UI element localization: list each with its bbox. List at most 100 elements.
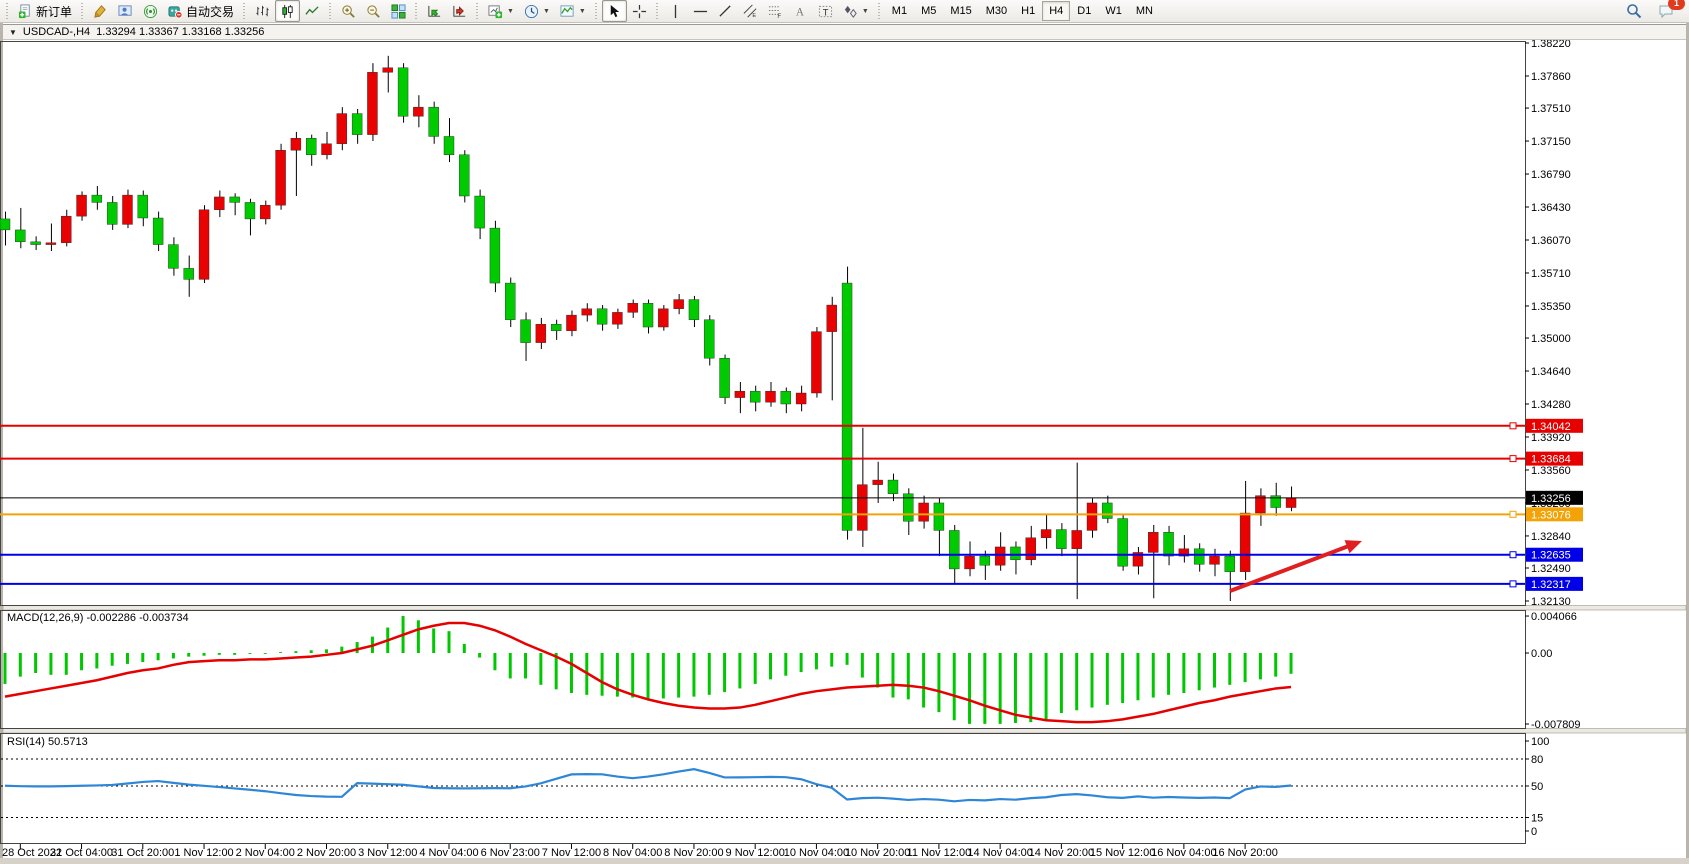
chart-shift-button[interactable] xyxy=(447,0,472,22)
line-chart-icon xyxy=(305,4,320,19)
toolbar-grip xyxy=(80,3,85,19)
paint-icon xyxy=(93,4,108,19)
cursor-icon xyxy=(607,4,622,19)
rsi-axis-label: 15 xyxy=(1531,813,1543,825)
timeframe-h4-button[interactable]: H4 xyxy=(1042,1,1070,21)
rsi-axis-label: 50 xyxy=(1531,781,1543,793)
price-axis-label: 1.35000 xyxy=(1531,333,1571,345)
text-tool-button[interactable]: A xyxy=(788,0,813,22)
date-tick-label: 2 Nov 04:00 xyxy=(236,847,295,859)
search-button[interactable] xyxy=(1621,0,1647,22)
label-tool-button[interactable]: T xyxy=(813,0,838,22)
date-tick-label: 9 Nov 12:00 xyxy=(726,847,785,859)
chart-titlebar[interactable]: ▼ USDCAD-,H4 1.33294 1.33367 1.33168 1.3… xyxy=(3,24,1686,40)
auto-scroll-button[interactable] xyxy=(422,0,447,22)
accounts-button[interactable] xyxy=(113,0,138,22)
search-icon xyxy=(1626,3,1642,19)
dropdown-arrow-icon: ▼ xyxy=(579,8,586,15)
timeframe-m1-button[interactable]: M1 xyxy=(885,1,914,21)
chart-plot-area[interactable] xyxy=(0,41,1525,843)
date-tick-label: 3 Nov 12:00 xyxy=(358,847,417,859)
macd-label: MACD(12,26,9) -0.002286 -0.003734 xyxy=(7,612,189,624)
date-tick-label: 4 Nov 04:00 xyxy=(419,847,478,859)
price-axis-label: 1.37860 xyxy=(1531,71,1571,83)
price-axis-label: 1.34640 xyxy=(1531,366,1571,378)
timeframe-h1-button[interactable]: H1 xyxy=(1014,1,1042,21)
price-axis-label: 1.37150 xyxy=(1531,136,1571,148)
price-axis-label: 1.34280 xyxy=(1531,399,1571,411)
tile-windows-icon xyxy=(391,4,406,19)
bar-chart-icon xyxy=(255,4,270,19)
candlestick-icon xyxy=(280,4,295,19)
new-chart-button[interactable]: ▼ xyxy=(483,0,519,22)
indicators-button[interactable]: ▼ xyxy=(555,0,591,22)
date-tick-label: 11 Nov 12:00 xyxy=(907,847,972,859)
channel-tool-button[interactable]: E xyxy=(738,0,763,22)
crosshair-tool-button[interactable] xyxy=(627,0,652,22)
date-tick-label: 16 Nov 04:00 xyxy=(1151,847,1216,859)
user-icon xyxy=(118,4,133,19)
chat-button[interactable]: 1 xyxy=(1653,0,1679,22)
styler-button[interactable] xyxy=(88,0,113,22)
candlestick-mode-button[interactable] xyxy=(275,0,300,22)
crosshair-icon xyxy=(632,4,647,19)
date-tick-label: 15 Nov 12:00 xyxy=(1090,847,1155,859)
timeframe-m15-button[interactable]: M15 xyxy=(943,1,978,21)
vertical-line-tool-button[interactable] xyxy=(663,0,688,22)
macd-axis-label: -0.007809 xyxy=(1531,719,1581,731)
timeframe-m30-button[interactable]: M30 xyxy=(979,1,1014,21)
date-tick-label: 7 Nov 12:00 xyxy=(542,847,601,859)
auto-trading-button[interactable]: 自动交易 xyxy=(163,0,239,22)
toolbar-grip xyxy=(328,3,333,19)
rsi-axis-label: 0 xyxy=(1531,826,1537,838)
svg-text:T: T xyxy=(823,7,829,17)
signals-button[interactable] xyxy=(138,0,163,22)
chart-title-symbol: USDCAD-,H4 xyxy=(23,26,90,38)
shapes-icon xyxy=(843,4,858,19)
toolbar-grip xyxy=(655,3,660,19)
zoom-out-button[interactable] xyxy=(361,0,386,22)
auto-scroll-icon xyxy=(427,4,442,19)
shapes-tool-button[interactable]: ▼ xyxy=(838,0,874,22)
toolbar-grip xyxy=(414,3,419,19)
price-axis-label: 1.36070 xyxy=(1531,235,1571,247)
horizontal-line-icon xyxy=(693,4,708,19)
trendline-tool-button[interactable] xyxy=(713,0,738,22)
price-axis-label: 1.37510 xyxy=(1531,103,1571,115)
timeframe-m5-button[interactable]: M5 xyxy=(914,1,943,21)
chart-collapse-icon[interactable]: ▼ xyxy=(9,28,17,37)
date-tick-label: 31 Oct 20:00 xyxy=(111,847,174,859)
text-a-icon: A xyxy=(793,4,808,19)
toolbar-grip xyxy=(877,3,882,19)
tile-windows-button[interactable] xyxy=(386,0,411,22)
price-axis-label: 1.36430 xyxy=(1531,202,1571,214)
dropdown-arrow-icon: ▼ xyxy=(507,8,514,15)
auto-trading-icon xyxy=(168,4,183,19)
chart-canvas[interactable]: 1.382201.378601.375101.371501.367901.364… xyxy=(0,0,1689,864)
dropdown-arrow-icon: ▼ xyxy=(862,8,869,15)
price-tag-label: 1.32317 xyxy=(1531,579,1571,591)
new-order-label: 新订单 xyxy=(36,3,72,20)
horizontal-line-tool-button[interactable] xyxy=(688,0,713,22)
zoom-out-icon xyxy=(366,4,381,19)
price-tag-label: 1.34042 xyxy=(1531,421,1571,433)
price-tag-label: 1.32635 xyxy=(1531,550,1571,562)
bar-chart-mode-button[interactable] xyxy=(250,0,275,22)
price-tag-label: 1.33256 xyxy=(1531,493,1571,505)
date-tick-label: 14 Nov 20:00 xyxy=(1029,847,1094,859)
line-chart-mode-button[interactable] xyxy=(300,0,325,22)
period-button[interactable]: ▼ xyxy=(519,0,555,22)
date-tick-label: 31 Oct 04:00 xyxy=(50,847,113,859)
timeframe-w1-button[interactable]: W1 xyxy=(1098,1,1129,21)
zoom-in-icon xyxy=(341,4,356,19)
cursor-tool-button[interactable] xyxy=(602,0,627,22)
timeframe-mn-button[interactable]: MN xyxy=(1129,1,1160,21)
price-axis-label: 1.36790 xyxy=(1531,169,1571,181)
fibonacci-tool-button[interactable]: F xyxy=(763,0,788,22)
new-order-button[interactable]: 新订单 xyxy=(13,0,77,22)
indicators-icon xyxy=(560,4,575,19)
zoom-in-button[interactable] xyxy=(336,0,361,22)
timeframe-d1-button[interactable]: D1 xyxy=(1070,1,1098,21)
dropdown-arrow-icon: ▼ xyxy=(543,8,550,15)
price-axis-label: 1.35710 xyxy=(1531,268,1571,280)
